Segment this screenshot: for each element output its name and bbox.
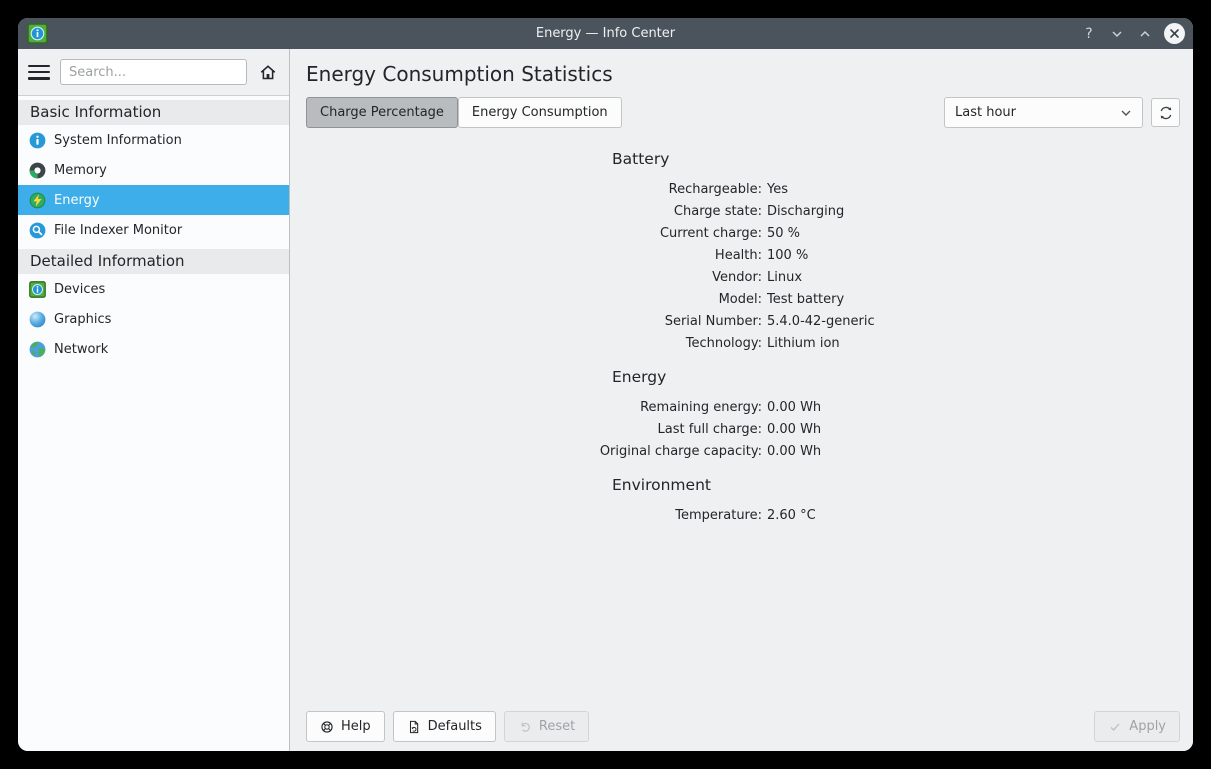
chevron-down-icon xyxy=(1111,30,1123,38)
refresh-button[interactable] xyxy=(1151,98,1180,127)
detail-value: 0.00 Wh xyxy=(767,441,1177,463)
undo-icon xyxy=(518,720,532,734)
section-title-energy: Energy xyxy=(612,368,1177,386)
footer: Help Defaults Reset Apply xyxy=(290,711,1193,751)
help-icon xyxy=(320,720,334,734)
sidebar-section-header-basic-information: Basic Information xyxy=(18,100,289,125)
detail-label: Original charge capacity: xyxy=(306,441,762,463)
chevron-down-icon xyxy=(1120,109,1132,117)
info-icon xyxy=(29,132,46,149)
search-input[interactable] xyxy=(60,59,247,85)
sidebar-toolbar xyxy=(18,49,289,96)
network-icon xyxy=(29,341,46,358)
detail-value: 2.60 °C xyxy=(767,505,1177,527)
detail-grid-environment: Temperature:2.60 °C xyxy=(306,505,1177,527)
section-title-environment: Environment xyxy=(612,476,1177,494)
detail-value: 0.00 Wh xyxy=(767,419,1177,441)
checkmark-icon xyxy=(1108,720,1122,734)
sidebar-item-devices[interactable]: Devices xyxy=(18,274,289,304)
view-button-charge-percentage[interactable]: Charge Percentage xyxy=(306,97,458,128)
window-title: Energy — Info Center xyxy=(18,26,1193,41)
detail-label: Current charge: xyxy=(306,223,762,245)
view-button-energy-consumption[interactable]: Energy Consumption xyxy=(458,97,622,128)
detail-value: Yes xyxy=(767,179,1177,201)
detail-label: Temperature: xyxy=(306,505,762,527)
main-content: Energy Consumption Statistics Charge Per… xyxy=(290,49,1193,751)
sidebar-item-label: Devices xyxy=(54,282,105,297)
detail-value: 5.4.0-42-generic xyxy=(767,311,1177,333)
detail-label: Serial Number: xyxy=(306,311,762,333)
sidebar-item-label: Memory xyxy=(54,163,107,178)
sidebar-item-graphics[interactable]: Graphics xyxy=(18,304,289,334)
defaults-button-label: Defaults xyxy=(428,719,482,734)
energy-icon xyxy=(29,192,46,209)
detail-value: 50 % xyxy=(767,223,1177,245)
section-title-battery: Battery xyxy=(612,150,1177,168)
detail-label: Vendor: xyxy=(306,267,762,289)
apply-button-label: Apply xyxy=(1129,719,1166,734)
detail-label: Health: xyxy=(306,245,762,267)
content-toolbar: Charge PercentageEnergy Consumption Last… xyxy=(306,97,1180,128)
detail-value: 0.00 Wh xyxy=(767,397,1177,419)
sidebar-section-header-detailed-information: Detailed Information xyxy=(18,249,289,274)
detail-grid-battery: Rechargeable:YesCharge state:Discharging… xyxy=(306,179,1177,355)
detail-value: Lithium ion xyxy=(767,333,1177,355)
titlebar-help-button[interactable]: ? xyxy=(1080,25,1098,43)
home-button[interactable] xyxy=(257,61,279,83)
detail-label: Technology: xyxy=(306,333,762,355)
window-body: Basic Information System Information Memor… xyxy=(18,49,1193,751)
detail-area: Battery Rechargeable:YesCharge state:Disc… xyxy=(290,128,1193,711)
detail-value: Discharging xyxy=(767,201,1177,223)
titlebar[interactable]: Energy — Info Center ? xyxy=(18,18,1193,49)
sidebar-item-label: System Information xyxy=(54,133,182,148)
info-center-app-icon xyxy=(27,23,48,44)
document-revert-icon xyxy=(407,720,421,734)
defaults-button[interactable]: Defaults xyxy=(393,711,496,742)
page-title: Energy Consumption Statistics xyxy=(306,62,1177,86)
close-button[interactable] xyxy=(1164,23,1185,44)
chevron-up-icon xyxy=(1139,30,1151,38)
maximize-button[interactable] xyxy=(1136,25,1154,43)
home-icon xyxy=(258,62,278,82)
memory-icon xyxy=(29,162,46,179)
timespan-select-value: Last hour xyxy=(955,105,1016,120)
graphics-icon xyxy=(29,311,46,328)
sidebar-item-label: File Indexer Monitor xyxy=(54,223,182,238)
help-button-label: Help xyxy=(341,719,371,734)
timespan-select[interactable]: Last hour xyxy=(944,97,1143,128)
sidebar: Basic Information System Information Memor… xyxy=(18,49,290,751)
close-icon xyxy=(1169,28,1180,39)
apply-button[interactable]: Apply xyxy=(1094,711,1180,742)
refresh-icon xyxy=(1158,105,1174,121)
view-toggle-group: Charge PercentageEnergy Consumption xyxy=(306,97,622,128)
sidebar-item-network[interactable]: Network xyxy=(18,334,289,364)
sidebar-item-energy[interactable]: Energy xyxy=(18,185,289,215)
sidebar-list: Basic Information System Information Memor… xyxy=(18,96,289,751)
detail-value: Linux xyxy=(767,267,1177,289)
detail-value: 100 % xyxy=(767,245,1177,267)
minimize-button[interactable] xyxy=(1108,25,1126,43)
help-button[interactable]: Help xyxy=(306,711,385,742)
detail-label: Model: xyxy=(306,289,762,311)
reset-button-label: Reset xyxy=(539,719,575,734)
sidebar-item-label: Network xyxy=(54,342,108,357)
file-indexer-icon xyxy=(29,222,46,239)
detail-label: Rechargeable: xyxy=(306,179,762,201)
reset-button[interactable]: Reset xyxy=(504,711,589,742)
sidebar-item-label: Graphics xyxy=(54,312,111,327)
sidebar-item-system-information[interactable]: System Information xyxy=(18,125,289,155)
devices-icon xyxy=(29,281,46,298)
menu-icon[interactable] xyxy=(28,65,50,80)
titlebar-controls: ? xyxy=(1080,18,1185,49)
detail-label: Charge state: xyxy=(306,201,762,223)
detail-label: Remaining energy: xyxy=(306,397,762,419)
detail-value: Test battery xyxy=(767,289,1177,311)
detail-label: Last full charge: xyxy=(306,419,762,441)
sidebar-item-file-indexer-monitor[interactable]: File Indexer Monitor xyxy=(18,215,289,245)
detail-grid-energy: Remaining energy:0.00 WhLast full charge… xyxy=(306,397,1177,463)
sidebar-item-memory[interactable]: Memory xyxy=(18,155,289,185)
sidebar-item-label: Energy xyxy=(54,193,100,208)
window: Energy — Info Center ? Basic Inform xyxy=(18,18,1193,751)
